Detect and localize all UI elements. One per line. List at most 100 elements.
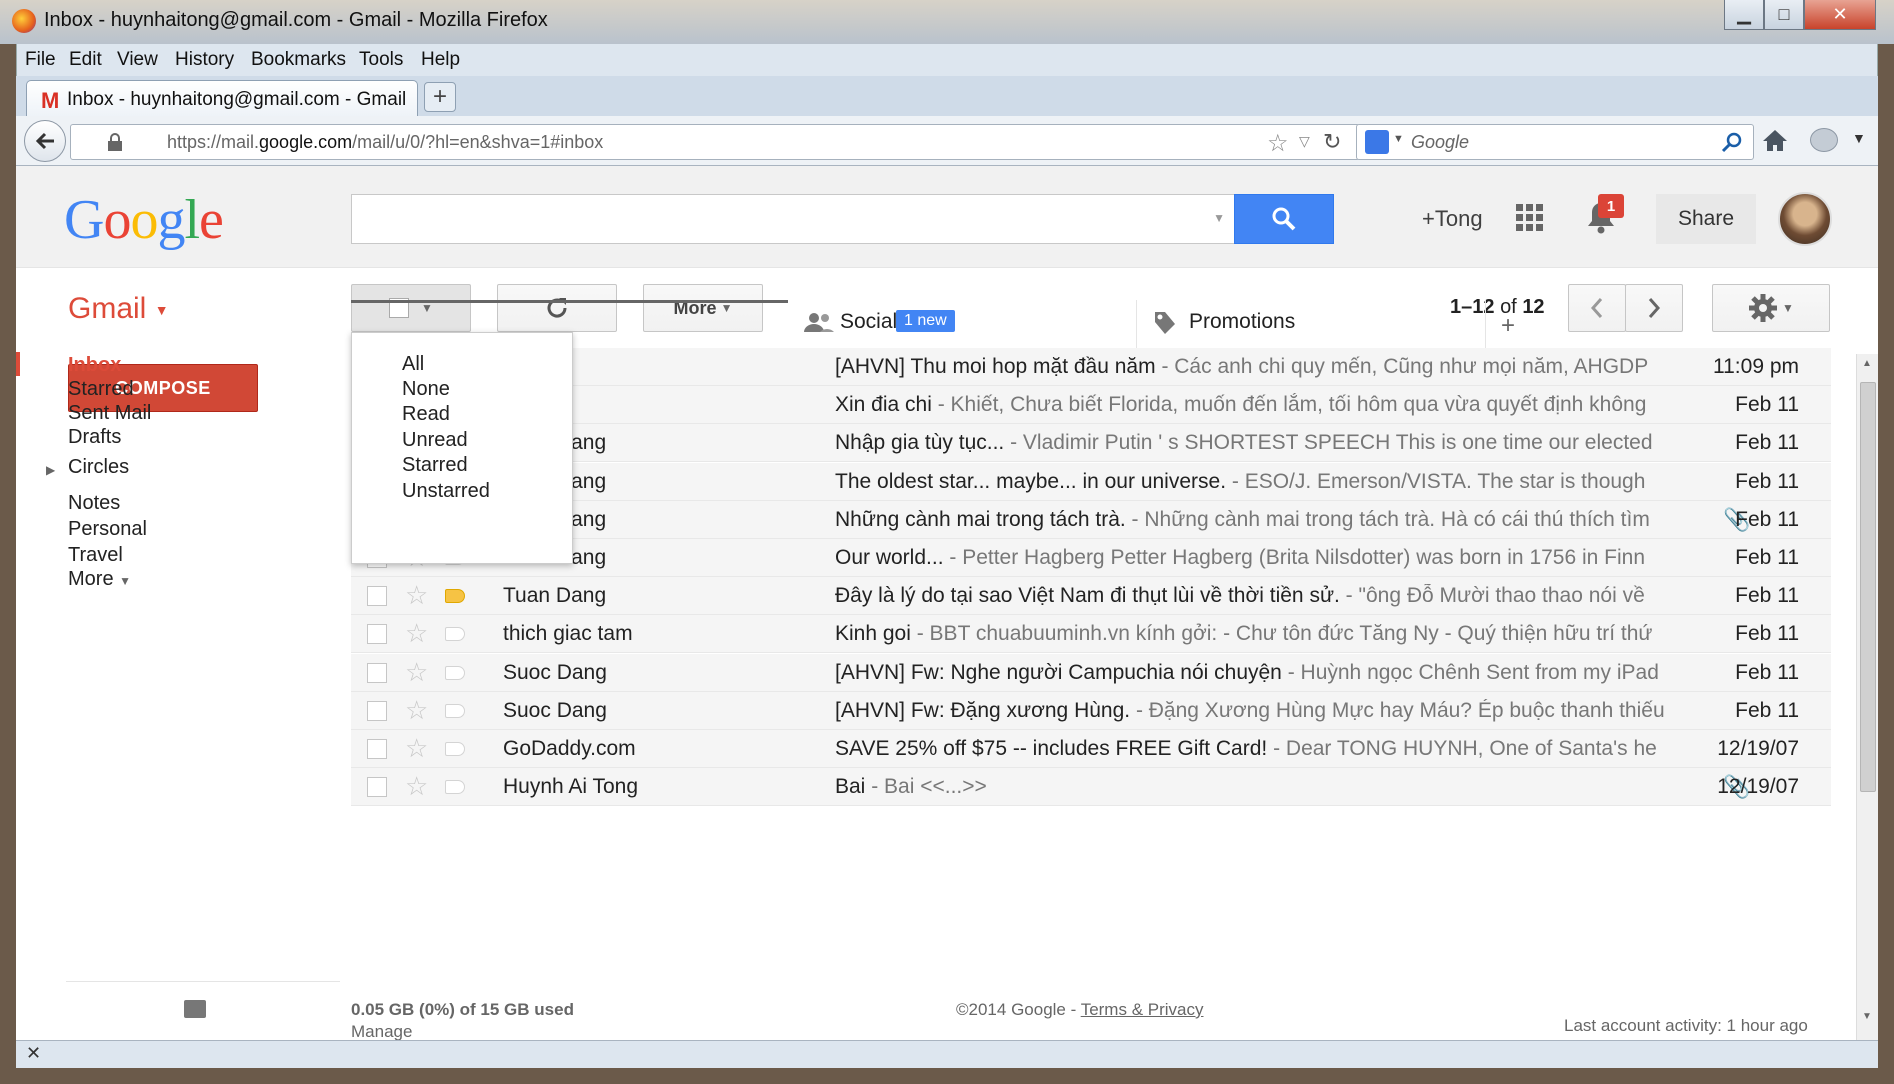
table-row[interactable]: ☆ GoDaddy.com SAVE 25% off $75 -- includes…	[351, 730, 1831, 768]
terms-privacy-link[interactable]: Terms & Privacy	[1081, 1000, 1204, 1019]
menu-file[interactable]: File	[25, 49, 56, 71]
last-account-activity[interactable]: Last account activity: 1 hour ago	[1564, 1016, 1808, 1036]
scroll-up-arrow-icon[interactable]: ▲	[1862, 358, 1872, 369]
tab-promotions[interactable]: Promotions	[1137, 300, 1486, 348]
sidebar-item-travel[interactable]: Travel	[68, 544, 123, 567]
importance-marker-icon[interactable]	[445, 589, 465, 604]
browser-search-bar[interactable]: ▼ Google	[1356, 124, 1754, 160]
minimize-button[interactable]: ▁	[1724, 0, 1764, 30]
table-row[interactable]: ☆Tuan DangOur world... - Petter Hagberg …	[351, 539, 1831, 577]
sidebar-item-inbox[interactable]: Inbox	[68, 354, 121, 377]
url-history-dropdown-icon[interactable]: ▽	[1299, 133, 1310, 150]
chat-bubble-icon[interactable]	[184, 1000, 206, 1018]
url-bar[interactable]: https://mail.google.com/mail/u/0/?hl=en&…	[70, 124, 1360, 160]
importance-marker-icon[interactable]	[445, 665, 465, 680]
share-button[interactable]: Share	[1656, 194, 1756, 244]
importance-marker-icon[interactable]	[445, 742, 465, 756]
menu-tools[interactable]: Tools	[359, 49, 403, 71]
row-checkbox[interactable]	[367, 586, 387, 607]
google-plus-profile-link[interactable]: +Tong	[1422, 206, 1483, 232]
category-tabs: Social 1 new Promotions +	[351, 300, 1831, 348]
magnifier-icon[interactable]	[1721, 131, 1743, 158]
star-icon[interactable]: ☆	[405, 771, 428, 802]
search-options-dropdown-icon[interactable]: ▼	[1213, 211, 1225, 225]
table-row[interactable]: ☆ Suoc Dang [AHVN] Fw: Đặng xương Hùng. - …	[351, 691, 1831, 730]
menu-bookmarks[interactable]: Bookmarks	[251, 49, 346, 71]
search-engine-icon[interactable]	[1365, 130, 1389, 154]
table-row[interactable]: ☆ith (3)Xin đia chi - Khiết, Chưa biết F…	[351, 386, 1831, 425]
row-checkbox[interactable]	[367, 777, 387, 798]
table-row[interactable]: ☆ Tuan Dang Đây là lý do tại sao Việt Nam …	[351, 577, 1831, 616]
select-read-option[interactable]: Read	[402, 403, 450, 426]
gmail-page: Google ▼ +Tong 1 Share Gmail ▼ ▼ More ▼ …	[16, 166, 1878, 1040]
row-checkbox[interactable]	[367, 624, 387, 645]
row-sender: Suoc Dang	[503, 660, 607, 684]
sidebar-item-sent-mail[interactable]: Sent Mail	[68, 402, 151, 425]
notification-count-badge[interactable]: 1	[1598, 194, 1624, 218]
table-row[interactable]: ☆ thich giac tam Kinh goi - BBT chuabuumin…	[351, 615, 1831, 654]
star-icon[interactable]: ☆	[405, 733, 428, 764]
table-row[interactable]: ☆Tuan DangNhững cành mai trong tách trà.…	[351, 500, 1831, 539]
row-checkbox[interactable]	[367, 700, 387, 721]
sidebar-item-more[interactable]: More ▼	[68, 568, 131, 591]
tab-social[interactable]: Social 1 new	[788, 300, 1137, 348]
table-row[interactable]: ☆nhchau[AHVN] Thu moi hop mặt đầu năm - …	[351, 348, 1831, 386]
browser-tab-gmail[interactable]: M Inbox - huynhaitong@gmail.com - Gmail	[26, 80, 418, 116]
home-icon[interactable]	[1762, 128, 1788, 157]
scrollbar-thumb[interactable]	[1860, 382, 1876, 792]
back-button[interactable]	[24, 120, 66, 162]
sidebar-item-notes[interactable]: Notes	[68, 492, 120, 515]
arrow-left-icon	[35, 132, 54, 150]
apps-grid-icon[interactable]	[1516, 204, 1544, 232]
bookmark-star-icon[interactable]: ☆	[1267, 129, 1289, 158]
menu-view[interactable]: View	[117, 49, 158, 71]
avatar[interactable]	[1778, 192, 1832, 246]
google-logo[interactable]: Google	[64, 188, 224, 252]
page-scrollbar[interactable]: ▲ ▼	[1856, 354, 1878, 1040]
select-starred-option[interactable]: Starred	[402, 454, 468, 477]
scroll-down-arrow-icon[interactable]: ▼	[1862, 1011, 1872, 1022]
table-row[interactable]: ☆ Huynh Ai Tong Bai - Bai <<...>> 📎 12/19/07	[351, 768, 1831, 807]
star-icon[interactable]: ☆	[405, 618, 428, 649]
sidebar-item-circles[interactable]: Circles	[68, 456, 129, 479]
row-date: Feb 11	[1735, 393, 1799, 417]
row-checkbox[interactable]	[367, 739, 387, 759]
storage-usage: 0.05 GB (0%) of 15 GB used	[351, 1000, 574, 1019]
toolbar-menu-icon[interactable]: ▼	[1852, 130, 1866, 146]
mail-search-input[interactable]: ▼	[351, 194, 1235, 244]
star-icon[interactable]: ☆	[405, 657, 428, 688]
select-unstarred-option[interactable]: Unstarred	[402, 480, 490, 503]
search-button[interactable]	[1234, 194, 1334, 244]
add-tab-button[interactable]: +	[1501, 312, 1515, 340]
table-row[interactable]: ☆ Suoc Dang [AHVN] Fw: Nghe người Campuchi…	[351, 653, 1831, 692]
status-close-icon[interactable]: ✕	[26, 1043, 41, 1064]
select-none-option[interactable]: None	[402, 378, 450, 401]
row-subject: Xin đia chi - Khiết, Chưa biết Florida, …	[835, 393, 1711, 417]
sidebar-item-drafts[interactable]: Drafts	[68, 426, 121, 449]
expand-arrow-icon[interactable]: ▶	[46, 463, 55, 477]
importance-marker-icon[interactable]	[445, 703, 465, 718]
new-tab-button[interactable]: +	[424, 82, 456, 112]
sidebar-item-personal[interactable]: Personal	[68, 518, 147, 541]
maximize-button[interactable]: □	[1764, 0, 1804, 30]
menu-help[interactable]: Help	[421, 49, 460, 71]
importance-marker-icon[interactable]	[445, 627, 465, 642]
gmail-app-switcher[interactable]: Gmail ▼	[68, 292, 169, 326]
manage-storage-link[interactable]: Manage	[351, 1022, 412, 1040]
select-unread-option[interactable]: Unread	[402, 429, 468, 452]
menu-history[interactable]: History	[175, 49, 234, 71]
engine-dropdown-icon[interactable]: ▼	[1393, 133, 1404, 145]
close-button[interactable]: ✕	[1804, 0, 1876, 30]
star-icon[interactable]: ☆	[405, 580, 428, 611]
star-icon[interactable]: ☆	[405, 695, 428, 726]
menu-edit[interactable]: Edit	[69, 49, 102, 71]
row-checkbox[interactable]	[367, 662, 387, 683]
addon-icon[interactable]	[1810, 128, 1838, 152]
table-row[interactable]: ☆Tuan DangThe oldest star... maybe... in…	[351, 462, 1831, 501]
reload-icon[interactable]: ↻	[1323, 129, 1341, 155]
window-titlebar[interactable]: Inbox - huynhaitong@gmail.com - Gmail - …	[0, 0, 1894, 44]
select-all-option[interactable]: All	[402, 353, 424, 376]
sidebar-item-starred[interactable]: Starred	[68, 378, 134, 401]
importance-marker-icon[interactable]	[445, 780, 465, 795]
table-row[interactable]: ☆Tuan DangNhập gia tùy tục... - Vladimir…	[351, 424, 1831, 463]
